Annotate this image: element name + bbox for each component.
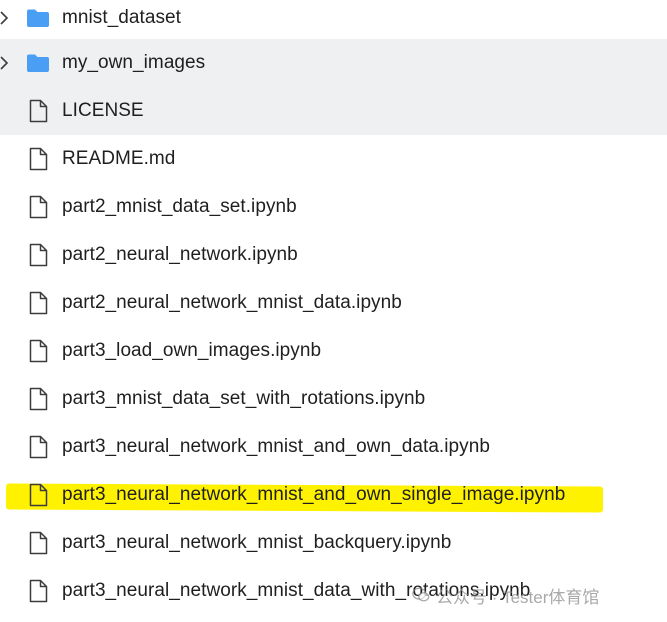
- chevron-right-icon[interactable]: [0, 10, 10, 26]
- file-icon: [29, 387, 48, 411]
- chevron-right-icon[interactable]: [0, 55, 10, 71]
- file-name: part3_neural_network_mnist_backquery.ipy…: [62, 532, 452, 553]
- file-name: part3_neural_network_mnist_and_own_singl…: [62, 484, 566, 505]
- file-icon: [29, 291, 48, 315]
- file-icon: [29, 483, 48, 507]
- file-icon: [29, 147, 48, 171]
- file-icon: [29, 435, 48, 459]
- file-row-part3-neural-network-mnist-and-own-single-image[interactable]: part3_neural_network_mnist_and_own_singl…: [0, 471, 667, 519]
- file-name: part3_neural_network_mnist_and_own_data.…: [62, 436, 490, 457]
- file-list: mnist_dataset my_own_images LICENSE READ…: [0, 0, 667, 615]
- file-name: LICENSE: [62, 100, 144, 121]
- file-name: part3_neural_network_mnist_data_with_rot…: [62, 580, 531, 601]
- file-icon: [29, 531, 48, 555]
- file-icon: [29, 99, 48, 123]
- file-name: part3_load_own_images.ipynb: [62, 340, 322, 361]
- file-name: part2_neural_network.ipynb: [62, 244, 298, 265]
- file-icon: [29, 579, 48, 603]
- file-name: part2_neural_network_mnist_data.ipynb: [62, 292, 402, 313]
- file-row-license[interactable]: LICENSE: [0, 87, 667, 135]
- folder-icon: [27, 9, 49, 27]
- file-row-part3-neural-network-mnist-and-own-data[interactable]: part3_neural_network_mnist_and_own_data.…: [0, 423, 667, 471]
- file-icon: [29, 243, 48, 267]
- file-row-mnist-dataset[interactable]: mnist_dataset: [0, 0, 667, 39]
- file-name: part3_mnist_data_set_with_rotations.ipyn…: [62, 388, 426, 409]
- file-row-my-own-images[interactable]: my_own_images: [0, 39, 667, 87]
- folder-icon: [27, 54, 49, 72]
- file-row-part2-mnist-data-set[interactable]: part2_mnist_data_set.ipynb: [0, 183, 667, 231]
- file-icon: [29, 195, 48, 219]
- file-name: README.md: [62, 148, 176, 169]
- file-row-part3-neural-network-mnist-backquery[interactable]: part3_neural_network_mnist_backquery.ipy…: [0, 519, 667, 567]
- file-name: my_own_images: [62, 52, 206, 73]
- file-row-part2-neural-network-mnist-data[interactable]: part2_neural_network_mnist_data.ipynb: [0, 279, 667, 327]
- file-row-part2-neural-network[interactable]: part2_neural_network.ipynb: [0, 231, 667, 279]
- file-row-part3-neural-network-mnist-data-with-rotations[interactable]: part3_neural_network_mnist_data_with_rot…: [0, 567, 667, 615]
- file-row-readme[interactable]: README.md: [0, 135, 667, 183]
- file-name: mnist_dataset: [62, 7, 181, 28]
- file-icon: [29, 339, 48, 363]
- file-row-part3-load-own-images[interactable]: part3_load_own_images.ipynb: [0, 327, 667, 375]
- file-row-part3-mnist-data-set-with-rotations[interactable]: part3_mnist_data_set_with_rotations.ipyn…: [0, 375, 667, 423]
- file-name: part2_mnist_data_set.ipynb: [62, 196, 297, 217]
